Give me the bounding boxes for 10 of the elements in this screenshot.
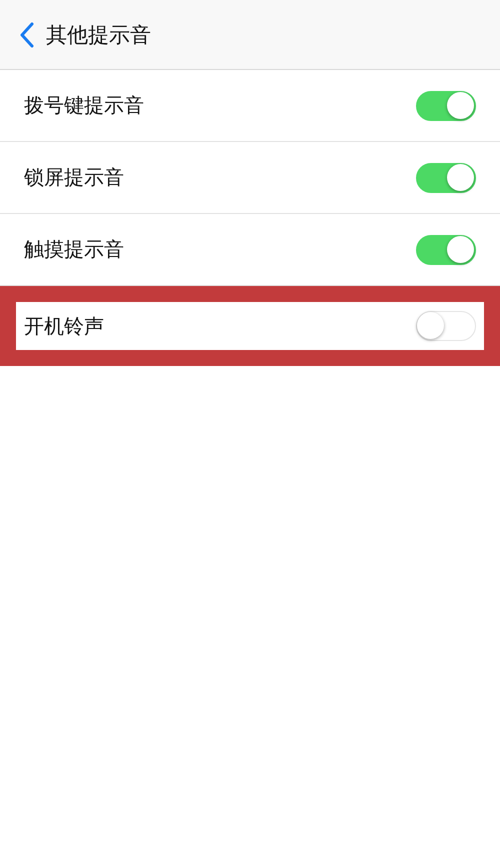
toggle-switch[interactable] [416,234,476,264]
setting-label: 拨号键提示音 [24,92,144,119]
setting-label: 锁屏提示音 [24,164,124,191]
page-title: 其他提示音 [46,22,151,48]
toggle-switch[interactable] [416,90,476,120]
setting-label: 触摸提示音 [24,236,124,263]
toggle-switch[interactable] [416,311,476,341]
setting-label: 开机铃声 [24,312,104,340]
toggle-switch[interactable] [416,162,476,192]
back-icon[interactable] [20,22,34,48]
